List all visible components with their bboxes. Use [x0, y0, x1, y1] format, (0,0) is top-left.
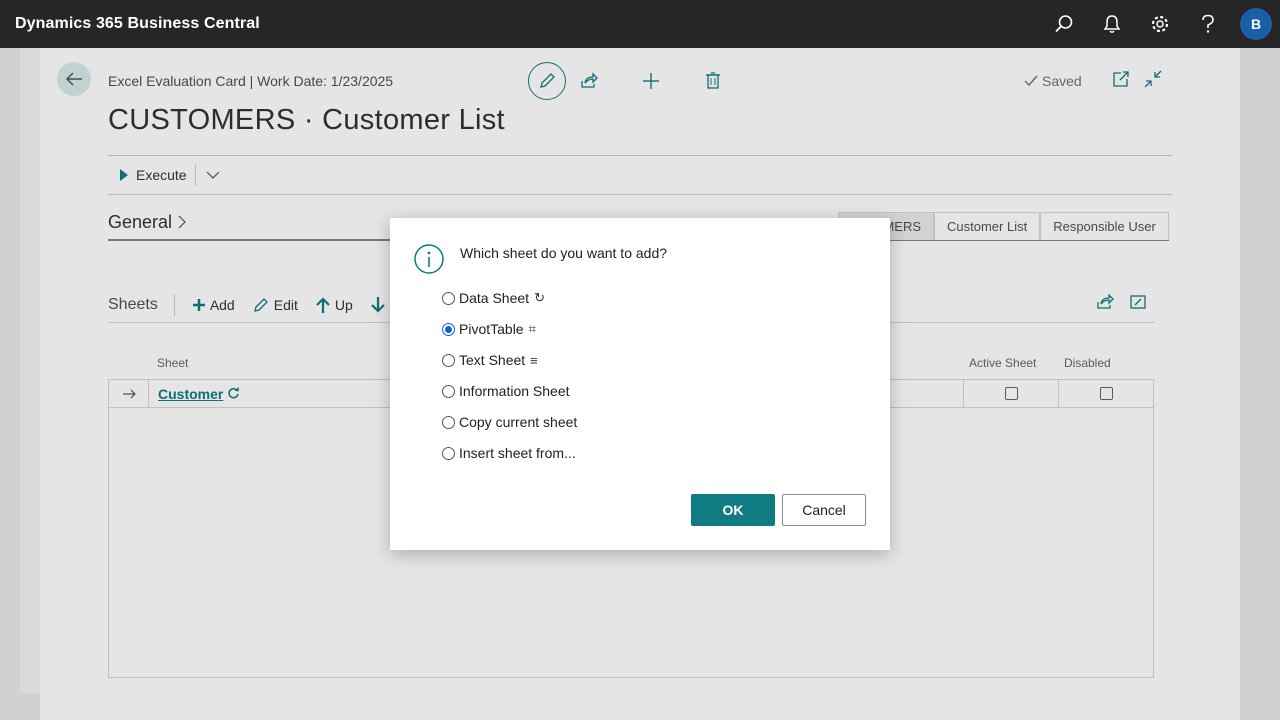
refresh-icon: ↻: [534, 290, 545, 305]
app-title[interactable]: Dynamics 365 Business Central: [15, 15, 260, 33]
option-label: Data Sheet: [459, 290, 530, 306]
option-label: Insert sheet from...: [459, 445, 576, 461]
radio-button[interactable]: [442, 415, 455, 429]
option-text-sheet[interactable]: Text Sheet ≡: [442, 352, 538, 368]
help-button[interactable]: [1184, 0, 1232, 48]
option-information-sheet[interactable]: Information Sheet: [442, 383, 570, 399]
help-icon: [1202, 14, 1214, 33]
option-pivottable[interactable]: PivotTable ⌗: [442, 321, 536, 337]
option-label: PivotTable: [459, 321, 524, 337]
add-sheet-dialog: Which sheet do you want to add? Data She…: [390, 218, 890, 550]
radio-button[interactable]: [442, 291, 455, 305]
radio-button[interactable]: [442, 353, 455, 367]
option-label: Copy current sheet: [459, 414, 578, 430]
app-bar-icons: B: [1040, 0, 1280, 48]
option-insert-sheet-from[interactable]: Insert sheet from...: [442, 445, 576, 461]
avatar[interactable]: B: [1240, 8, 1272, 40]
cancel-button[interactable]: Cancel: [782, 494, 866, 526]
radio-button[interactable]: [442, 384, 455, 398]
radio-button[interactable]: [442, 446, 455, 460]
bell-icon: [1103, 15, 1121, 33]
pivot-table-icon: ⌗: [528, 321, 536, 336]
radio-button-selected[interactable]: [442, 322, 455, 336]
notifications-button[interactable]: [1088, 0, 1136, 48]
info-icon: [414, 244, 444, 274]
search-button[interactable]: [1040, 0, 1088, 48]
dialog-prompt: Which sheet do you want to add?: [460, 245, 668, 261]
ok-button[interactable]: OK: [691, 494, 775, 526]
settings-button[interactable]: [1136, 0, 1184, 48]
search-icon: [1055, 15, 1073, 33]
option-copy-current-sheet[interactable]: Copy current sheet: [442, 414, 577, 430]
text-lines-icon: ≡: [530, 352, 538, 368]
option-data-sheet[interactable]: Data Sheet ↻: [442, 290, 545, 306]
option-label: Information Sheet: [459, 383, 570, 399]
app-bar: Dynamics 365 Business Central B: [0, 0, 1280, 48]
option-label: Text Sheet: [459, 352, 526, 368]
gear-icon: [1151, 15, 1169, 33]
